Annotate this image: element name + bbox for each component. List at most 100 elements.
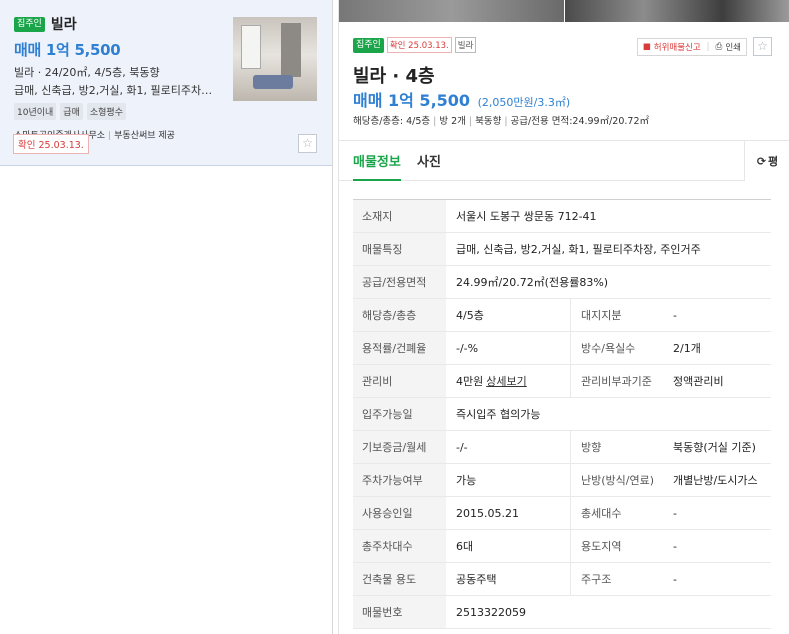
- favorite-star-icon[interactable]: ☆: [298, 134, 317, 153]
- provider: 부동산써브 제공: [114, 131, 175, 141]
- summary-area: 공급/전용 면적:24.99㎡/20.72㎡: [510, 116, 650, 127]
- row-value: 6대: [456, 540, 474, 553]
- row-key: 관리비부과기준: [570, 365, 663, 397]
- summary-direction: 북동향: [475, 116, 502, 127]
- row-key: 난방(방식/연료): [570, 464, 663, 496]
- confirm-badge: 확인 25.03.13.: [386, 37, 452, 53]
- unit-toggle-button[interactable]: ⟳ 평: [744, 141, 789, 181]
- detail-tools: ■ 허위매물신고 | ⎙ 인쇄 ☆: [636, 37, 772, 56]
- row-value: -: [673, 308, 677, 322]
- row-value: 급매, 신축급, 방2,거실, 화1, 필로티주차장, 주인거주: [456, 243, 701, 256]
- report-button[interactable]: 허위매물신고: [654, 41, 701, 53]
- row-value: 개별난방/도시가스: [673, 474, 758, 487]
- table-row: 기보증금/월세 -/- 방향 북동향(거실 기준): [353, 431, 771, 464]
- row-key: 대지지분: [570, 299, 663, 331]
- summary-floor: 해당층/총층: 4/5층: [353, 116, 431, 127]
- table-row: 사용승인일 2015.05.21 총세대수 -: [353, 497, 771, 530]
- row-value: 4/5층: [456, 309, 484, 322]
- row-key: 주구조: [570, 563, 663, 595]
- management-fee: 4만원: [456, 375, 484, 388]
- table-row: 매물특징 급매, 신축급, 방2,거실, 화1, 필로티주차장, 주인거주: [353, 233, 771, 266]
- row-key: 소재지: [353, 200, 446, 232]
- row-key: 입주가능일: [353, 398, 446, 430]
- refresh-icon: ⟳: [756, 154, 767, 168]
- detail-tabs: 매물정보 사진 ⟳ 평: [339, 140, 789, 181]
- tab-photos[interactable]: 사진: [417, 151, 441, 170]
- tag: 소형평수: [86, 103, 126, 120]
- table-row: 소재지 서울시 도봉구 쌍문동 712-41: [353, 200, 771, 233]
- table-row: 공급/전용면적 24.99㎡/20.72㎡(전용률83%): [353, 266, 771, 299]
- owner-badge: 집주인: [14, 16, 45, 32]
- row-value: 2015.05.21: [456, 506, 519, 520]
- siren-icon[interactable]: ■: [643, 42, 651, 52]
- tag: 급매: [60, 103, 83, 120]
- price-per-area: (2,050만원/3.3㎡): [477, 96, 571, 109]
- row-key: 방수/욕실수: [570, 332, 663, 364]
- row-value: 정액관리비: [673, 375, 724, 388]
- row-key: 용도지역: [570, 530, 663, 562]
- row-key: 매물번호: [353, 596, 446, 628]
- row-value: 4만원 상세보기: [446, 365, 570, 397]
- row-key: 주차가능여부: [353, 464, 446, 496]
- print-icon[interactable]: ⎙: [716, 42, 723, 52]
- table-row: 관리비 4만원 상세보기 관리비부과기준 정액관리비: [353, 365, 771, 398]
- photo[interactable]: [565, 0, 789, 22]
- row-value: -/-%: [456, 341, 479, 355]
- detail-price: 매매 1억 5,500 (2,050만원/3.3㎡): [353, 87, 570, 111]
- row-key: 방향: [570, 431, 663, 463]
- row-key: 매물특징: [353, 233, 446, 265]
- row-value: 서울시 도봉구 쌍문동 712-41: [456, 210, 597, 223]
- row-value: -/-: [456, 440, 468, 454]
- row-key: 건축물 용도: [353, 563, 446, 595]
- table-row: 해당층/총층 4/5층 대지지분 -: [353, 299, 771, 332]
- row-key: 기보증금/월세: [353, 431, 446, 463]
- tag: 10년이내: [14, 103, 57, 120]
- divider: |: [108, 131, 112, 141]
- table-row: 용적률/건폐율 -/-% 방수/욕실수 2/1개: [353, 332, 771, 365]
- detail-summary: 해당층/총층: 4/5층 | 방 2개 | 북동향 | 공급/전용 면적:24.99㎡/20…: [353, 113, 649, 127]
- detail-title: 빌라 · 4층: [353, 66, 435, 87]
- row-value: 2513322059: [456, 605, 526, 619]
- listing-panel: 집주인 빌라 매매 1억 5,500 빌라 · 24/20㎡, 4/5층, 북동…: [0, 0, 333, 634]
- row-key: 관리비: [353, 365, 446, 397]
- divider: |: [706, 41, 710, 52]
- table-row: 주차가능여부 가능 난방(방식/연료) 개별난방/도시가스: [353, 464, 771, 497]
- detail-link[interactable]: 상세보기: [486, 373, 526, 389]
- card-features: 급매, 신축급, 방2,거실, 화1, 필로티주차장, 주인거주: [14, 84, 219, 97]
- photo[interactable]: [339, 0, 564, 22]
- photo-strip[interactable]: [339, 0, 789, 22]
- info-table: 소재지 서울시 도봉구 쌍문동 712-41 매물특징 급매, 신축급, 방2,…: [353, 199, 771, 629]
- row-key: 용적률/건폐율: [353, 332, 446, 364]
- row-key: 총주차대수: [353, 530, 446, 562]
- tab-listing-info[interactable]: 매물정보: [353, 151, 401, 181]
- table-row: 총주차대수 6대 용도지역 -: [353, 530, 771, 563]
- row-value: -: [673, 539, 677, 553]
- row-value: 24.99㎡/20.72㎡(전용률83%): [456, 276, 609, 289]
- divider: |: [468, 116, 473, 127]
- favorite-star-icon[interactable]: ☆: [753, 37, 772, 56]
- row-key: 총세대수: [570, 497, 663, 529]
- row-value: 2/1개: [673, 342, 701, 355]
- owner-badge: 집주인: [353, 37, 384, 53]
- price-main: 매매 1억 5,500: [353, 91, 471, 110]
- row-value: 가능: [456, 474, 477, 487]
- summary-rooms: 방 2개: [439, 116, 466, 127]
- row-value: -: [673, 506, 677, 520]
- row-key: 해당층/총층: [353, 299, 446, 331]
- row-value: 공동주택: [456, 573, 497, 586]
- property-type: 빌라: [50, 17, 77, 33]
- row-value: 북동향(거실 기준): [673, 441, 756, 454]
- card-tags: 10년이내 급매 소형평수: [14, 103, 320, 120]
- detail-panel: 집주인 확인 25.03.13. 빌라 ■ 허위매물신고 | ⎙ 인쇄 ☆ 빌라…: [338, 0, 789, 634]
- type-badge: 빌라: [454, 37, 477, 53]
- table-row: 매물번호 2513322059: [353, 596, 771, 629]
- listing-thumbnail[interactable]: [233, 17, 317, 101]
- divider: |: [433, 116, 437, 127]
- unit-label: 평: [768, 155, 779, 168]
- row-value: 즉시입주 협의가능: [456, 408, 541, 421]
- print-button[interactable]: 인쇄: [725, 41, 741, 53]
- report-print-box: ■ 허위매물신고 | ⎙ 인쇄: [636, 37, 747, 56]
- table-row: 건축물 용도 공동주택 주구조 -: [353, 563, 771, 596]
- confirm-date-badge: 확인 25.03.13.: [13, 134, 89, 154]
- listing-card[interactable]: 집주인 빌라 매매 1억 5,500 빌라 · 24/20㎡, 4/5층, 북동…: [0, 0, 332, 166]
